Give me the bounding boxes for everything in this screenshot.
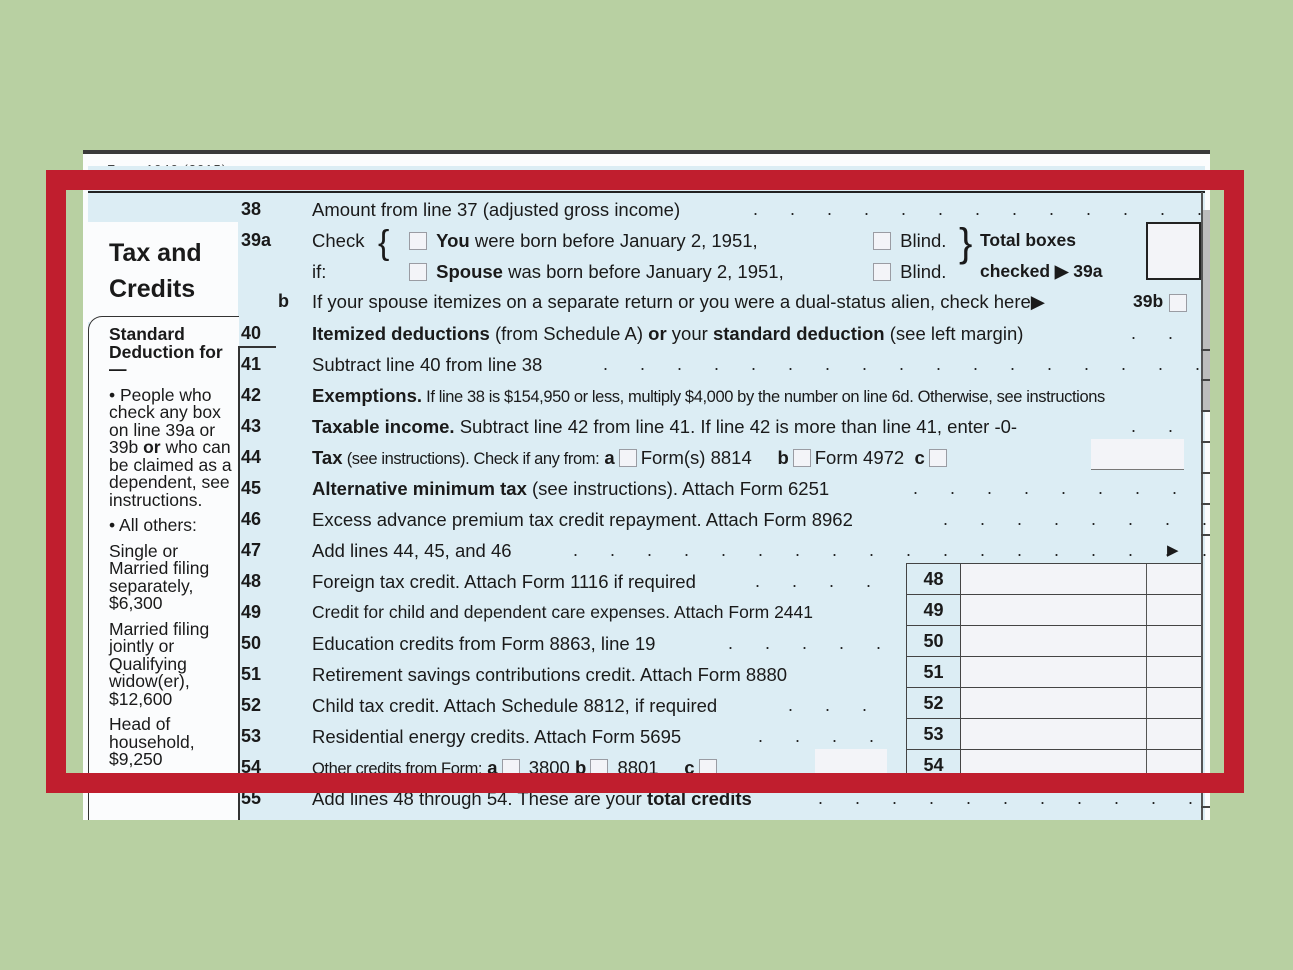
line-48: 48 Foreign tax credit. Attach Form 1116 … (241, 571, 885, 592)
spouse-blind-checkbox[interactable] (873, 263, 891, 281)
other-form-checkbox[interactable] (928, 449, 947, 467)
other-credit-form-number-input[interactable] (815, 749, 887, 779)
brace-right: } (959, 221, 973, 265)
leader-dots: . . . . . . . . . (913, 478, 1210, 498)
leader-dots: . . . . . . . . . . . . . . . . . . . . … (603, 354, 1210, 374)
line-39b: b If your spouse itemizes on a separate … (83, 291, 1210, 319)
line-43: 43 Taxable income. Subtract line 42 from… (241, 416, 1187, 437)
brace-left: { (378, 224, 390, 262)
leader-dots: . . . . . . . . . . . . . . . . . (753, 199, 1210, 219)
spouse-born-before-checkbox[interactable] (409, 263, 427, 281)
form-8801-checkbox[interactable] (590, 759, 609, 777)
you-born-before-checkbox[interactable] (409, 232, 427, 250)
line-39a-you: 39a Check { You were born before January… (241, 224, 1076, 262)
arrow-icon: ▶ (1167, 542, 1179, 559)
line-49: 49 Credit for child and dependent care e… (241, 602, 813, 622)
leader-dots: . . . (788, 695, 881, 715)
section-divider (88, 191, 1205, 193)
tax-form-page: Form 1040 (2015) Tax and Credits Standar… (83, 150, 1210, 820)
form-8814-checkbox[interactable] (618, 449, 637, 467)
other-form-number-input[interactable] (1091, 439, 1184, 470)
line-55: 55 Add lines 48 through 54. These are yo… (83, 788, 1210, 816)
form-4972-checkbox[interactable] (792, 449, 811, 467)
leader-dots: . . . . . (728, 633, 895, 653)
form-top-rule (83, 150, 1210, 154)
leader-dots: . . (1131, 416, 1187, 436)
leader-dots: . . . . . . . . . . . . . (818, 788, 1210, 808)
line-53: 53 Residential energy credits. Attach Fo… (241, 726, 888, 747)
line-52: 52 Child tax credit. Attach Schedule 881… (241, 695, 881, 716)
line-45: 45 Alternative minimum tax (see instruct… (83, 478, 1210, 506)
line-38: 38 Amount from line 37 (adjusted gross i… (83, 199, 1210, 227)
you-blind-checkbox[interactable] (873, 232, 891, 250)
line-39a-spouse: if: Spouse was born before January 2, 19… (312, 221, 1103, 282)
line-50: 50 Education credits from Form 8863, lin… (241, 633, 895, 654)
spouse-itemizes-checkbox[interactable] (1169, 294, 1187, 312)
line-40: 40 Itemized deductions (from Schedule A)… (241, 323, 1187, 344)
line-42: 42 Exemptions. If line 38 is $154,950 or… (241, 385, 1105, 406)
other-credit-form-checkbox[interactable] (698, 759, 717, 777)
leader-dots: . . . . . . . . (943, 509, 1210, 529)
leader-dots: . . . . (755, 571, 885, 591)
line-51: 51 Retirement savings contributions cred… (241, 664, 788, 685)
line-44: 44 Tax (see instructions). Check if any … (83, 439, 1210, 475)
total-boxes-checked-input[interactable] (1146, 222, 1201, 280)
form-3800-checkbox[interactable] (501, 759, 520, 777)
line-41: 41 Subtract line 40 from line 38 . . . .… (83, 354, 1210, 382)
leader-dots: . . (1131, 323, 1187, 343)
line-54: 54 Other credits from Form: a 3800 b 880… (83, 749, 1210, 785)
line-46: 46 Excess advance premium tax credit rep… (83, 509, 1210, 537)
leader-dots: . . . . . . . . . . . . . . . . . . . . … (573, 540, 1210, 560)
leader-dots: . . . . (758, 726, 888, 746)
